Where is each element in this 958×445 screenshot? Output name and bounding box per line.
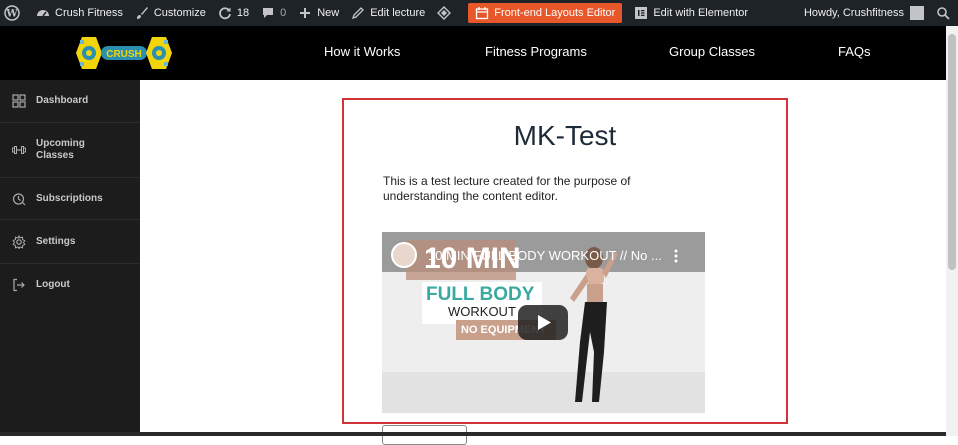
- sidebar: Dashboard Upcoming Classes Subscriptions…: [0, 80, 140, 436]
- wordpress-logo-button[interactable]: W: [0, 0, 30, 26]
- sidebar-item-label: Settings: [36, 235, 76, 247]
- avatar: [910, 6, 924, 20]
- lecture-description: This is a test lecture created for the p…: [383, 174, 631, 203]
- video-title[interactable]: 10 MIN FULL BODY WORKOUT // No ...: [428, 248, 668, 263]
- edit-lecture-link[interactable]: Edit lecture: [345, 0, 431, 26]
- horizontal-scrollbar[interactable]: [0, 432, 946, 436]
- admin-bar: W Crush Fitness Customize 18 0 New Edit …: [0, 0, 958, 26]
- sidebar-item-label-line1: Upcoming: [36, 138, 85, 149]
- lecture-container: MK-Test This is a test lecture created f…: [342, 98, 788, 424]
- sidebar-item-logout[interactable]: Logout: [0, 264, 140, 306]
- edit-elementor-label: Edit with Elementor: [653, 7, 749, 19]
- howdy-label: Howdy, Crushfitness: [803, 7, 904, 19]
- brush-icon: [135, 6, 149, 20]
- logout-icon: [12, 278, 26, 292]
- wordpress-icon: W: [4, 5, 20, 21]
- scrollbar-thumb[interactable]: [948, 34, 956, 270]
- layouts-editor-label: Front-end Layouts Editor: [494, 7, 616, 19]
- video-thumb-text-2: FULL BODY: [426, 284, 535, 305]
- sidebar-item-label-line2: Classes: [36, 150, 74, 161]
- svg-text:W: W: [5, 9, 18, 20]
- comments-link[interactable]: 0: [255, 0, 292, 26]
- play-button[interactable]: [518, 305, 568, 340]
- sidebar-item-label: Upcoming Classes: [36, 138, 85, 162]
- toolset-diamond-icon: [437, 6, 452, 20]
- customize-link[interactable]: Customize: [129, 0, 212, 26]
- nav-how-it-works[interactable]: How it Works: [324, 44, 400, 59]
- sidebar-item-settings[interactable]: Settings: [0, 220, 140, 264]
- edit-elementor-link[interactable]: Edit with Elementor: [628, 0, 754, 26]
- gear-icon: [12, 234, 26, 249]
- calendar-icon: [475, 6, 489, 20]
- elementor-icon: [634, 6, 648, 20]
- sidebar-item-label: Dashboard: [36, 95, 89, 106]
- sidebar-item-upcoming-classes[interactable]: Upcoming Classes: [0, 123, 140, 178]
- main-nav: How it Works Fitness Programs Group Clas…: [0, 26, 946, 80]
- nav-group-classes[interactable]: Group Classes: [669, 44, 755, 59]
- sidebar-item-subscriptions[interactable]: Subscriptions: [0, 178, 140, 220]
- lecture-title: MK-Test: [513, 120, 617, 151]
- sidebar-item-label: Subscriptions: [36, 192, 103, 204]
- comment-icon: [261, 6, 275, 20]
- customize-label: Customize: [153, 7, 206, 19]
- toolset-link[interactable]: [431, 0, 462, 26]
- refresh-icon: [218, 6, 232, 20]
- dashboard-icon: [12, 94, 26, 108]
- nav-faqs[interactable]: FAQs: [838, 44, 871, 59]
- layouts-editor-button[interactable]: Front-end Layouts Editor: [468, 3, 623, 23]
- site-name-link[interactable]: Crush Fitness: [30, 0, 129, 26]
- sidebar-item-label: Logout: [36, 279, 70, 290]
- plus-icon: [298, 6, 312, 20]
- updates-link[interactable]: 18: [212, 0, 255, 26]
- site-name-label: Crush Fitness: [55, 7, 123, 19]
- dumbbell-icon: [12, 143, 26, 157]
- nav-fitness-programs[interactable]: Fitness Programs: [485, 44, 587, 59]
- new-label: New: [317, 7, 340, 19]
- dashboard-gauge-icon: [36, 6, 50, 20]
- admin-search-button[interactable]: [930, 0, 958, 26]
- account-menu[interactable]: Howdy, Crushfitness: [798, 0, 930, 26]
- video-thumb-text-3: WORKOUT: [448, 304, 516, 319]
- channel-avatar[interactable]: [391, 242, 417, 268]
- search-icon: [936, 6, 950, 20]
- subscriptions-icon: [12, 192, 26, 206]
- updates-count: 18: [236, 7, 250, 19]
- site-header: CRUSH How it Works Fitness Programs Grou…: [0, 26, 946, 80]
- comments-count: 0: [280, 7, 287, 19]
- new-content-link[interactable]: New: [292, 0, 345, 26]
- video-more-icon[interactable]: [672, 248, 680, 264]
- main-content: MK-Test This is a test lecture created f…: [140, 80, 946, 445]
- sidebar-item-dashboard[interactable]: Dashboard: [0, 80, 140, 123]
- video-embed[interactable]: 10 MIN FULL BODY WORKOUT NO EQUIPMENT 10…: [382, 232, 705, 413]
- pencil-icon: [351, 6, 365, 20]
- vertical-scrollbar[interactable]: [946, 26, 958, 436]
- edit-lecture-label: Edit lecture: [370, 7, 426, 19]
